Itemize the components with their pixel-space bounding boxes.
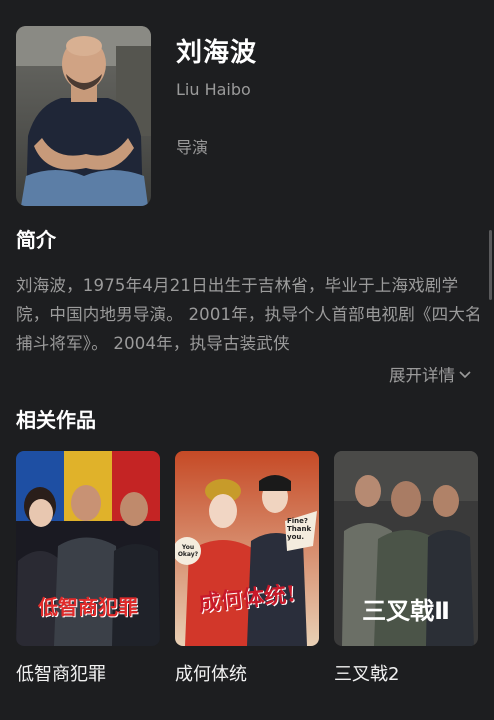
work-poster[interactable]: Fine? Thank you. You Okay? 成何体统! — [175, 451, 319, 646]
person-role: 导演 — [176, 138, 209, 157]
scrollbar[interactable] — [489, 230, 492, 300]
poster-badge: You Okay? — [177, 544, 199, 558]
work-card[interactable]: 三叉戟Ⅱ 三叉戟2 — [334, 451, 478, 686]
work-card[interactable]: Fine? Thank you. You Okay? 成何体统! 成何体统 — [175, 451, 319, 686]
person-name: 刘海波 — [176, 38, 258, 68]
person-english-name: Liu Haibo — [176, 80, 251, 99]
chevron-down-icon — [459, 371, 471, 379]
poster-title: 三叉戟Ⅱ — [362, 597, 450, 625]
poster-badge: Fine? Thank you. — [287, 517, 312, 541]
avatar[interactable] — [16, 26, 151, 206]
poster-title: 低智商犯罪 — [38, 595, 138, 619]
work-poster[interactable]: 低智商犯罪 — [16, 451, 160, 646]
expand-label: 展开详情 — [389, 366, 455, 385]
work-card[interactable]: 低智商犯罪 低智商犯罪 — [16, 451, 160, 686]
work-title: 成何体统 — [175, 664, 247, 685]
work-poster[interactable]: 三叉戟Ⅱ — [334, 451, 478, 646]
work-title: 三叉戟2 — [334, 664, 400, 685]
bio-text: 刘海波，1975年4月21日出生于吉林省，毕业于上海戏剧学院，中国内地男导演。 … — [16, 276, 482, 353]
expand-details-button[interactable]: 展开详情 — [389, 362, 472, 386]
avatar-photo — [16, 26, 151, 206]
works-title: 相关作品 — [16, 408, 96, 432]
profile-header: 刘海波 Liu Haibo 导演 — [16, 26, 476, 206]
work-title: 低智商犯罪 — [16, 664, 106, 685]
related-works-list: 低智商犯罪 低智商犯罪 Fine? Thank you. You Okay? 成… — [16, 451, 478, 691]
bio-title: 简介 — [16, 228, 56, 252]
